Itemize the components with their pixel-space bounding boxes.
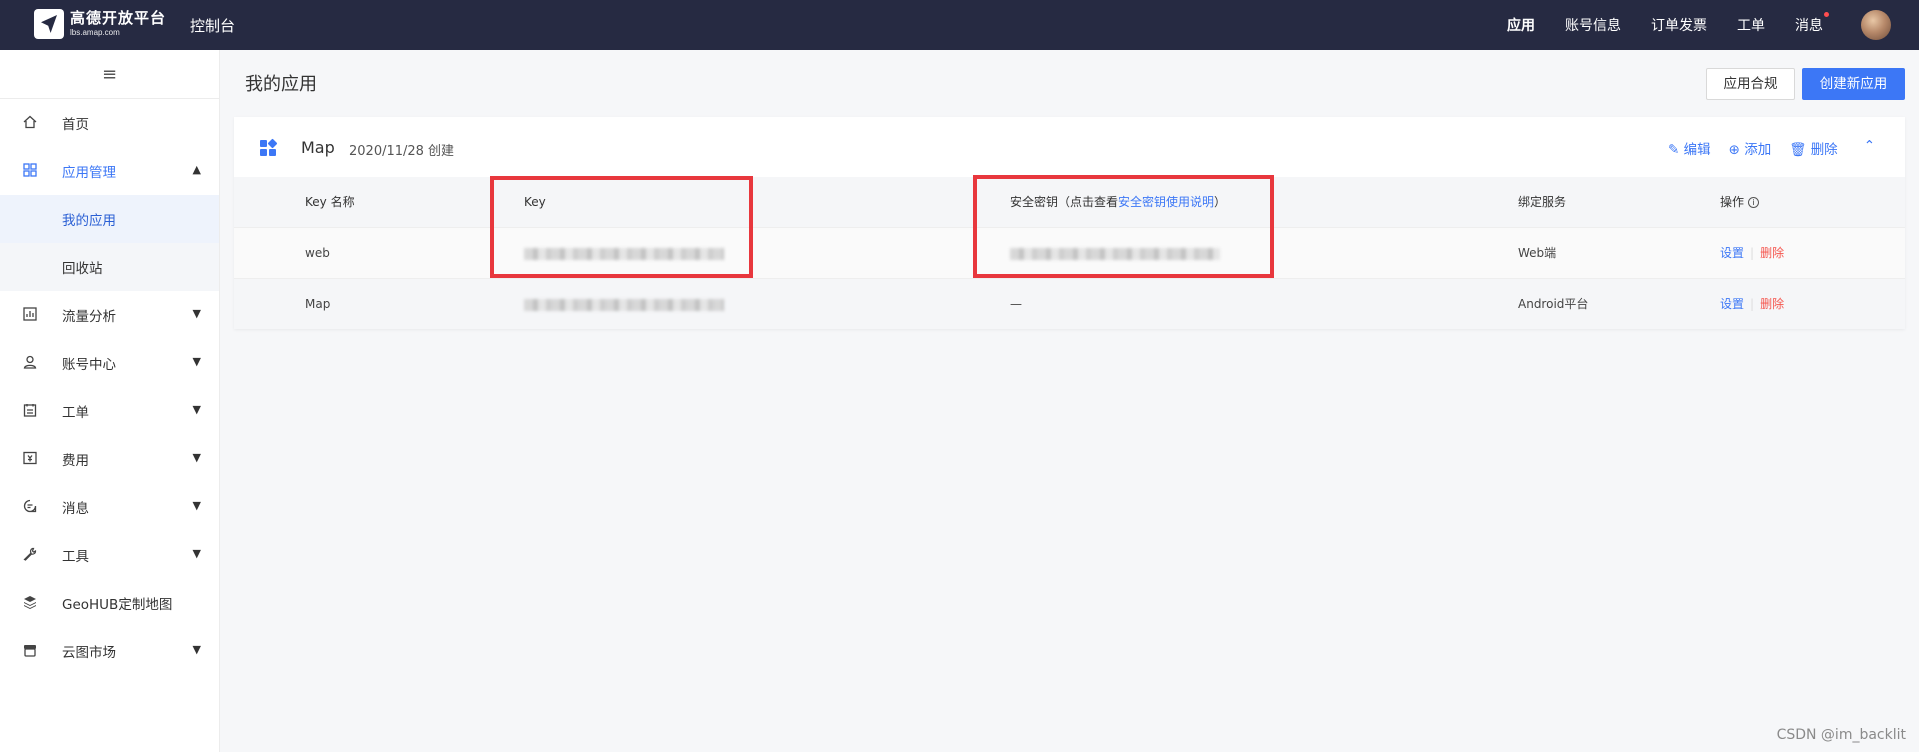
nav-orders[interactable]: 订单发票 [1651, 15, 1707, 35]
watermark: CSDN @im_backlit [1776, 727, 1906, 743]
sidebar-item-traffic-analysis[interactable]: 流量分析 ▼ [0, 291, 219, 339]
key-name: web [305, 246, 330, 260]
key-name: Map [305, 297, 331, 311]
wrench-icon [22, 547, 38, 563]
console-title[interactable]: 控制台 [190, 15, 235, 36]
ticket-icon [22, 403, 38, 419]
create-app-button[interactable]: 创建新应用 [1802, 68, 1905, 100]
sidebar-item-label: GeoHUB定制地图 [62, 597, 173, 613]
sidebar-item-label: 工单 [62, 405, 89, 421]
sidebar-item-billing[interactable]: 费用 ▼ [0, 435, 219, 483]
row-ops: 设置 | 删除 [1720, 228, 1784, 278]
sidebar-item-app-management[interactable]: 应用管理 ▲ [0, 147, 219, 195]
app-card-header: Map 2020/11/28 创建 ✎ 编辑 ⊕ 添加 🗑 删除 ⌃ [234, 117, 1905, 177]
sidebar: ≡ 首页 应用管理 ▲ 我的应用 回收站 流量分析 ▼ 账号中心 ▼ 工单 ▼ [0, 50, 220, 752]
money-icon [22, 451, 38, 467]
edit-app-button[interactable]: ✎ 编辑 [1668, 138, 1711, 158]
nav-apps[interactable]: 应用 [1507, 15, 1535, 35]
home-icon [22, 115, 38, 131]
sidebar-item-label: 账号中心 [62, 357, 116, 373]
user-icon [22, 355, 38, 371]
secret-column-highlight [973, 175, 1274, 278]
key-value-blurred [524, 279, 724, 329]
app-created-date: 2020/11/28 创建 [349, 144, 455, 159]
top-bar: 高德开放平台 lbs.amap.com 控制台 应用 账号信息 订单发票 工单 … [0, 0, 1919, 50]
chevron-down-icon: ▼ [192, 403, 201, 416]
sidebar-item-account-center[interactable]: 账号中心 ▼ [0, 339, 219, 387]
col-key-name: Key 名称 [305, 195, 355, 209]
sidebar-item-label: 流量分析 [62, 309, 116, 325]
chevron-down-icon: ▼ [192, 499, 201, 512]
delete-key-link[interactable]: 删除 [1760, 246, 1784, 260]
message-icon [22, 499, 38, 515]
sidebar-item-recycle-bin[interactable]: 回收站 [0, 243, 219, 291]
sidebar-toggle-button[interactable]: ≡ [0, 50, 219, 99]
delete-key-link[interactable]: 删除 [1760, 297, 1784, 311]
edit-icon: ✎ [1668, 142, 1680, 158]
secret-value: — [1010, 297, 1022, 311]
divider: | [1750, 246, 1755, 260]
top-nav: 应用 账号信息 订单发票 工单 消息 [1477, 0, 1829, 50]
logo-subtitle: lbs.amap.com [70, 28, 120, 37]
amap-logo-icon [34, 9, 64, 39]
sidebar-item-geohub[interactable]: GeoHUB定制地图 [0, 579, 219, 627]
app-actions: ✎ 编辑 ⊕ 添加 🗑 删除 ⌃ [1668, 138, 1875, 158]
nav-tickets[interactable]: 工单 [1737, 15, 1765, 35]
add-key-button[interactable]: ⊕ 添加 [1729, 138, 1772, 158]
key-blurred [524, 298, 724, 311]
sidebar-item-label: 工具 [62, 549, 89, 565]
edit-app-label: 编辑 [1683, 142, 1711, 158]
layers-icon [22, 595, 38, 611]
chevron-down-icon: ▼ [192, 643, 201, 656]
settings-link[interactable]: 设置 [1720, 297, 1744, 311]
add-key-label: 添加 [1744, 142, 1772, 158]
sidebar-item-label: 云图市场 [62, 645, 116, 661]
avatar[interactable] [1861, 10, 1891, 40]
app-grid-icon [260, 138, 278, 156]
sidebar-item-my-apps[interactable]: 我的应用 [0, 195, 219, 243]
collapse-chevron-icon[interactable]: ⌃ [1864, 138, 1875, 158]
chevron-down-icon: ▼ [192, 307, 201, 320]
nav-account[interactable]: 账号信息 [1565, 15, 1621, 35]
logo-title: 高德开放平台 [70, 9, 167, 27]
chevron-down-icon: ▼ [192, 355, 201, 368]
nav-messages[interactable]: 消息 [1795, 12, 1829, 35]
chevron-down-icon: ▼ [192, 547, 201, 560]
col-ops: 操作 i [1720, 177, 1760, 227]
table-row: Map — Android平台 设置 | 删除 [234, 278, 1905, 329]
info-icon[interactable]: i [1748, 197, 1760, 208]
sidebar-item-label: 首页 [62, 117, 89, 133]
sidebar-item-label: 费用 [62, 453, 89, 469]
sidebar-item-label: 应用管理 [62, 165, 116, 181]
col-service: 绑定服务 [1518, 195, 1567, 209]
app-name: Map [301, 138, 335, 157]
trash-icon: 🗑 [1789, 142, 1807, 158]
bound-service: Android平台 [1518, 297, 1589, 311]
apps-icon [22, 163, 38, 179]
delete-app-label: 删除 [1810, 142, 1838, 158]
sidebar-item-label: 消息 [62, 501, 89, 517]
sidebar-item-home[interactable]: 首页 [0, 99, 219, 147]
col-ops-label: 操作 [1720, 195, 1745, 209]
store-icon [22, 643, 38, 659]
bound-service: Web端 [1518, 246, 1557, 260]
row-ops: 设置 | 删除 [1720, 279, 1784, 329]
logo[interactable]: 高德开放平台 lbs.amap.com [34, 9, 166, 39]
settings-link[interactable]: 设置 [1720, 246, 1744, 260]
chevron-down-icon: ▼ [192, 451, 201, 464]
app-compliance-button[interactable]: 应用合规 [1706, 68, 1795, 100]
chart-icon [22, 307, 38, 323]
delete-app-button[interactable]: 🗑 删除 [1789, 138, 1837, 158]
chevron-up-icon: ▲ [192, 163, 201, 176]
nav-messages-label: 消息 [1795, 18, 1823, 34]
unread-dot [1824, 12, 1829, 17]
plus-circle-icon: ⊕ [1728, 142, 1740, 158]
sidebar-item-messages[interactable]: 消息 ▼ [0, 483, 219, 531]
sidebar-item-cloud-market[interactable]: 云图市场 ▼ [0, 627, 219, 675]
divider: | [1750, 297, 1755, 311]
sidebar-item-tickets[interactable]: 工单 ▼ [0, 387, 219, 435]
key-column-highlight [490, 176, 753, 278]
page-title: 我的应用 [245, 74, 317, 95]
sidebar-item-tools[interactable]: 工具 ▼ [0, 531, 219, 579]
